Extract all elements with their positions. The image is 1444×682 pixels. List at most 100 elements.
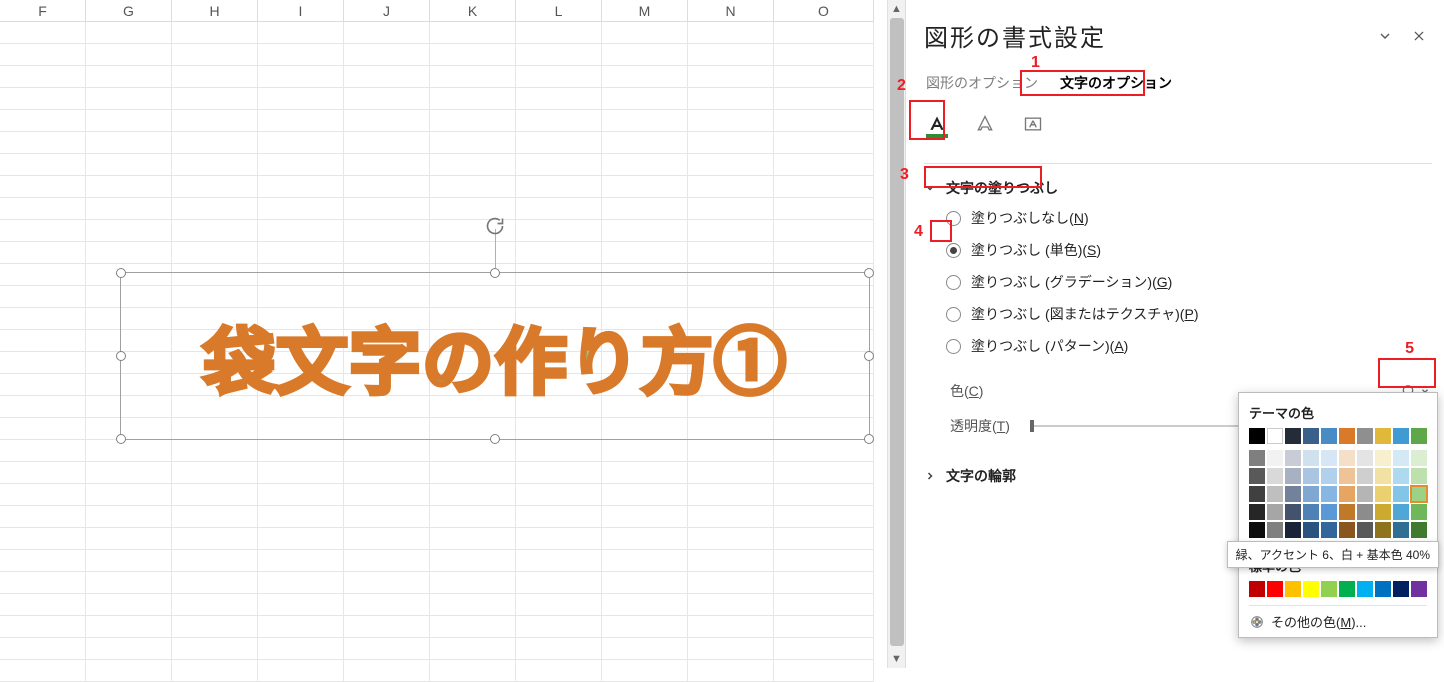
cell[interactable]: [344, 132, 430, 154]
cell[interactable]: [86, 198, 172, 220]
cell[interactable]: [774, 638, 874, 660]
cell[interactable]: [0, 88, 86, 110]
cell[interactable]: [688, 638, 774, 660]
cell[interactable]: [430, 528, 516, 550]
cell[interactable]: [774, 220, 874, 242]
cell[interactable]: [602, 660, 688, 682]
tab-shape-options[interactable]: 図形のオプション: [924, 69, 1040, 97]
color-swatch[interactable]: [1411, 581, 1427, 597]
color-swatch[interactable]: [1411, 450, 1427, 466]
cell[interactable]: [774, 154, 874, 176]
cell[interactable]: [430, 176, 516, 198]
cell[interactable]: [258, 484, 344, 506]
cell[interactable]: [688, 44, 774, 66]
cell[interactable]: [774, 132, 874, 154]
cell[interactable]: [172, 220, 258, 242]
cell[interactable]: [688, 572, 774, 594]
color-swatch[interactable]: [1393, 468, 1409, 484]
cell[interactable]: [0, 154, 86, 176]
cell[interactable]: [516, 66, 602, 88]
cell[interactable]: [430, 550, 516, 572]
cell[interactable]: [774, 66, 874, 88]
cell[interactable]: [0, 528, 86, 550]
cell[interactable]: [258, 44, 344, 66]
color-swatch[interactable]: [1267, 504, 1283, 520]
cell[interactable]: [344, 198, 430, 220]
cell[interactable]: [602, 484, 688, 506]
fill-option-solid[interactable]: 塗りつぶし (単色)(S): [946, 240, 1432, 260]
color-swatch[interactable]: [1339, 522, 1355, 538]
cell[interactable]: [602, 594, 688, 616]
section-text-fill-toggle[interactable]: 文字の塗りつぶし: [924, 178, 1432, 198]
color-swatch[interactable]: [1267, 486, 1283, 502]
resize-handle[interactable]: [864, 434, 874, 444]
cell[interactable]: [516, 462, 602, 484]
color-swatch[interactable]: [1285, 522, 1301, 538]
cell[interactable]: [430, 616, 516, 638]
color-swatch[interactable]: [1393, 504, 1409, 520]
cell[interactable]: [86, 110, 172, 132]
cell[interactable]: [0, 242, 86, 264]
cell[interactable]: [602, 220, 688, 242]
color-swatch[interactable]: [1393, 581, 1409, 597]
cell[interactable]: [516, 220, 602, 242]
color-swatch[interactable]: [1357, 581, 1373, 597]
close-icon[interactable]: [1406, 23, 1432, 49]
cell[interactable]: [258, 66, 344, 88]
resize-handle[interactable]: [490, 434, 500, 444]
cell[interactable]: [688, 154, 774, 176]
cell[interactable]: [172, 154, 258, 176]
resize-handle[interactable]: [116, 268, 126, 278]
cell[interactable]: [516, 506, 602, 528]
cell[interactable]: [774, 44, 874, 66]
cell[interactable]: [344, 220, 430, 242]
color-swatch[interactable]: [1303, 428, 1319, 444]
vertical-scrollbar[interactable]: ▲ ▼: [887, 0, 905, 668]
cell[interactable]: [0, 352, 86, 374]
cell[interactable]: [688, 484, 774, 506]
color-swatch[interactable]: [1357, 522, 1373, 538]
cell[interactable]: [86, 572, 172, 594]
cell[interactable]: [774, 462, 874, 484]
cell[interactable]: [774, 550, 874, 572]
cell[interactable]: [430, 66, 516, 88]
cell[interactable]: [0, 506, 86, 528]
color-swatch[interactable]: [1303, 522, 1319, 538]
color-swatch[interactable]: [1411, 486, 1427, 502]
cell[interactable]: [688, 220, 774, 242]
cell[interactable]: [258, 132, 344, 154]
cell[interactable]: [602, 506, 688, 528]
fill-option-picture[interactable]: 塗りつぶし (図またはテクスチャ)(P): [946, 304, 1432, 324]
cell[interactable]: [774, 242, 874, 264]
cell[interactable]: [344, 176, 430, 198]
color-swatch[interactable]: [1339, 428, 1355, 444]
color-swatch[interactable]: [1357, 504, 1373, 520]
cell[interactable]: [0, 572, 86, 594]
cell[interactable]: [86, 66, 172, 88]
cell[interactable]: [86, 638, 172, 660]
cell[interactable]: [258, 550, 344, 572]
cell[interactable]: [0, 286, 86, 308]
cell[interactable]: [86, 176, 172, 198]
cell[interactable]: [774, 22, 874, 44]
cell[interactable]: [688, 616, 774, 638]
cell[interactable]: [0, 66, 86, 88]
color-swatch[interactable]: [1249, 468, 1265, 484]
color-swatch[interactable]: [1321, 504, 1337, 520]
cell[interactable]: [86, 528, 172, 550]
cell[interactable]: [258, 220, 344, 242]
color-swatch[interactable]: [1357, 450, 1373, 466]
color-swatch[interactable]: [1285, 504, 1301, 520]
cell[interactable]: [86, 242, 172, 264]
cell[interactable]: [516, 198, 602, 220]
cell[interactable]: [0, 44, 86, 66]
color-swatch[interactable]: [1285, 428, 1301, 444]
cell[interactable]: [774, 528, 874, 550]
collapse-icon[interactable]: [1372, 23, 1398, 49]
cell[interactable]: [0, 638, 86, 660]
color-swatch[interactable]: [1267, 468, 1283, 484]
cell[interactable]: [0, 660, 86, 682]
color-swatch[interactable]: [1339, 486, 1355, 502]
cell[interactable]: [430, 440, 516, 462]
cell[interactable]: [430, 154, 516, 176]
